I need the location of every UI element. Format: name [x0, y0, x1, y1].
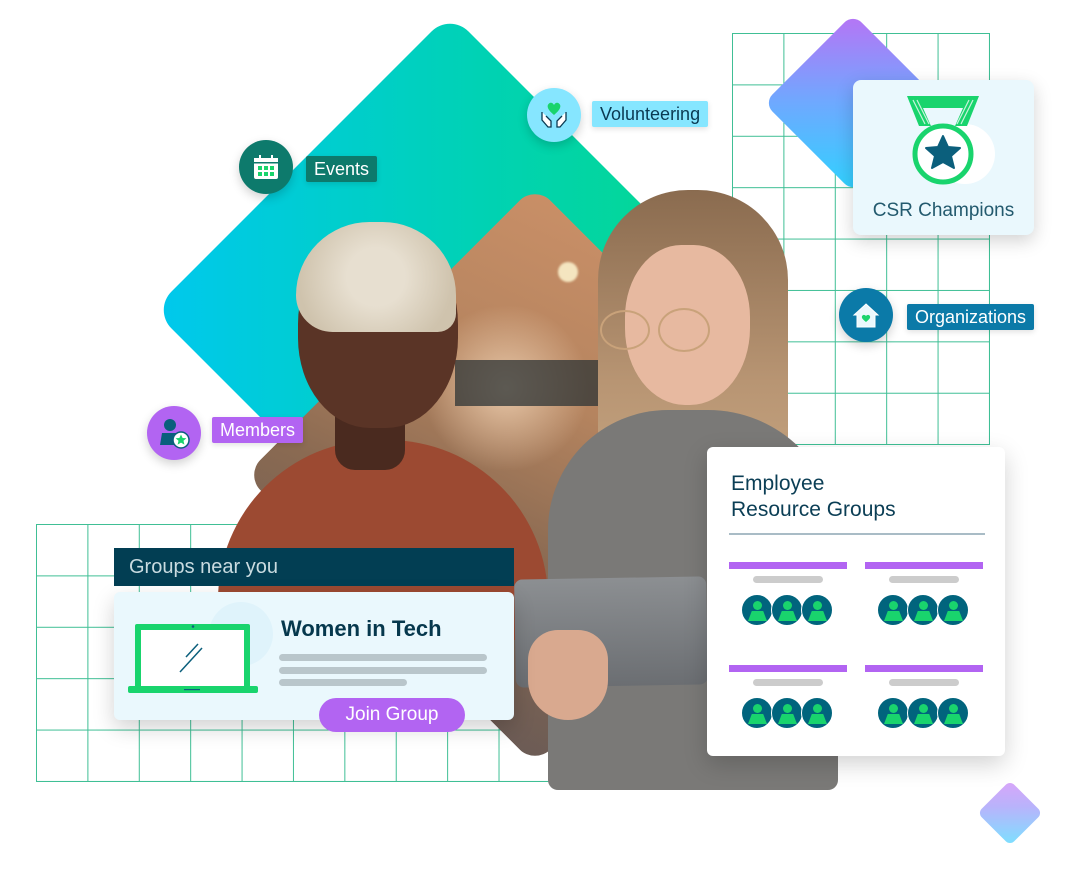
join-group-button[interactable]: Join Group	[319, 698, 465, 732]
calendar-icon	[254, 155, 278, 179]
erg-group-title-bar	[729, 562, 847, 569]
erg-group-tile[interactable]	[729, 562, 847, 642]
medal-star-icon	[907, 96, 995, 185]
member-avatar-icon	[801, 697, 833, 729]
organizations-badge-icon-bubble[interactable]	[839, 288, 893, 342]
erg-group-subtitle-placeholder	[889, 679, 959, 686]
description-placeholder-line	[279, 679, 407, 686]
member-avatar-icon	[771, 697, 803, 729]
csr-champions-label: CSR Champions	[872, 200, 1015, 221]
erg-group-tile[interactable]	[865, 665, 983, 745]
member-avatar-icon	[741, 594, 773, 626]
erg-group-subtitle-placeholder	[889, 576, 959, 583]
erg-group-subtitle-placeholder	[753, 576, 823, 583]
member-star-icon	[160, 419, 190, 449]
erg-title-line-2: Resource Groups	[731, 498, 896, 521]
erg-divider	[729, 533, 985, 535]
member-avatar-icon	[771, 594, 803, 626]
glasses-left-lens	[600, 310, 650, 350]
erg-title-line-1: Employee	[731, 472, 825, 495]
employee-resource-groups-card: Employee Resource Groups	[707, 447, 1005, 756]
members-tag[interactable]: Members	[212, 417, 304, 443]
small-gradient-diamond	[977, 780, 1043, 846]
volunteering-badge-icon-bubble[interactable]	[527, 88, 581, 142]
events-tag[interactable]: Events	[306, 156, 378, 182]
members-badge-icon-bubble[interactable]	[147, 406, 201, 460]
erg-group-title-bar	[729, 665, 847, 672]
organizations-tag[interactable]: Organizations	[907, 304, 1035, 330]
erg-group-title-bar	[865, 665, 983, 672]
hand	[528, 630, 608, 720]
laptop-icon	[128, 624, 258, 693]
glasses-right-lens	[658, 308, 710, 352]
groups-near-you-header: Groups near you	[114, 548, 514, 586]
hands-heart-icon	[541, 102, 567, 128]
member-avatar-icon	[877, 697, 909, 729]
erg-group-tile[interactable]	[729, 665, 847, 745]
member-avatar-icon	[907, 594, 939, 626]
erg-group-subtitle-placeholder	[753, 679, 823, 686]
description-placeholder-line	[279, 667, 487, 674]
erg-group-tile[interactable]	[865, 562, 983, 642]
member-avatar-icon	[801, 594, 833, 626]
member-avatar-icon	[877, 594, 909, 626]
photo-light	[558, 262, 578, 282]
member-avatar-icon	[907, 697, 939, 729]
volunteering-tag[interactable]: Volunteering	[592, 101, 709, 127]
group-title: Women in Tech	[281, 616, 442, 641]
erg-card-title: Employee Resource Groups	[731, 471, 896, 523]
house-heart-icon	[852, 303, 880, 328]
erg-group-title-bar	[865, 562, 983, 569]
member-avatar-icon	[937, 697, 969, 729]
description-placeholder-line	[279, 654, 487, 661]
events-badge-icon-bubble[interactable]	[239, 140, 293, 194]
member-avatar-icon	[741, 697, 773, 729]
csr-champions-card[interactable]: CSR Champions	[853, 80, 1034, 235]
member-avatar-icon	[937, 594, 969, 626]
